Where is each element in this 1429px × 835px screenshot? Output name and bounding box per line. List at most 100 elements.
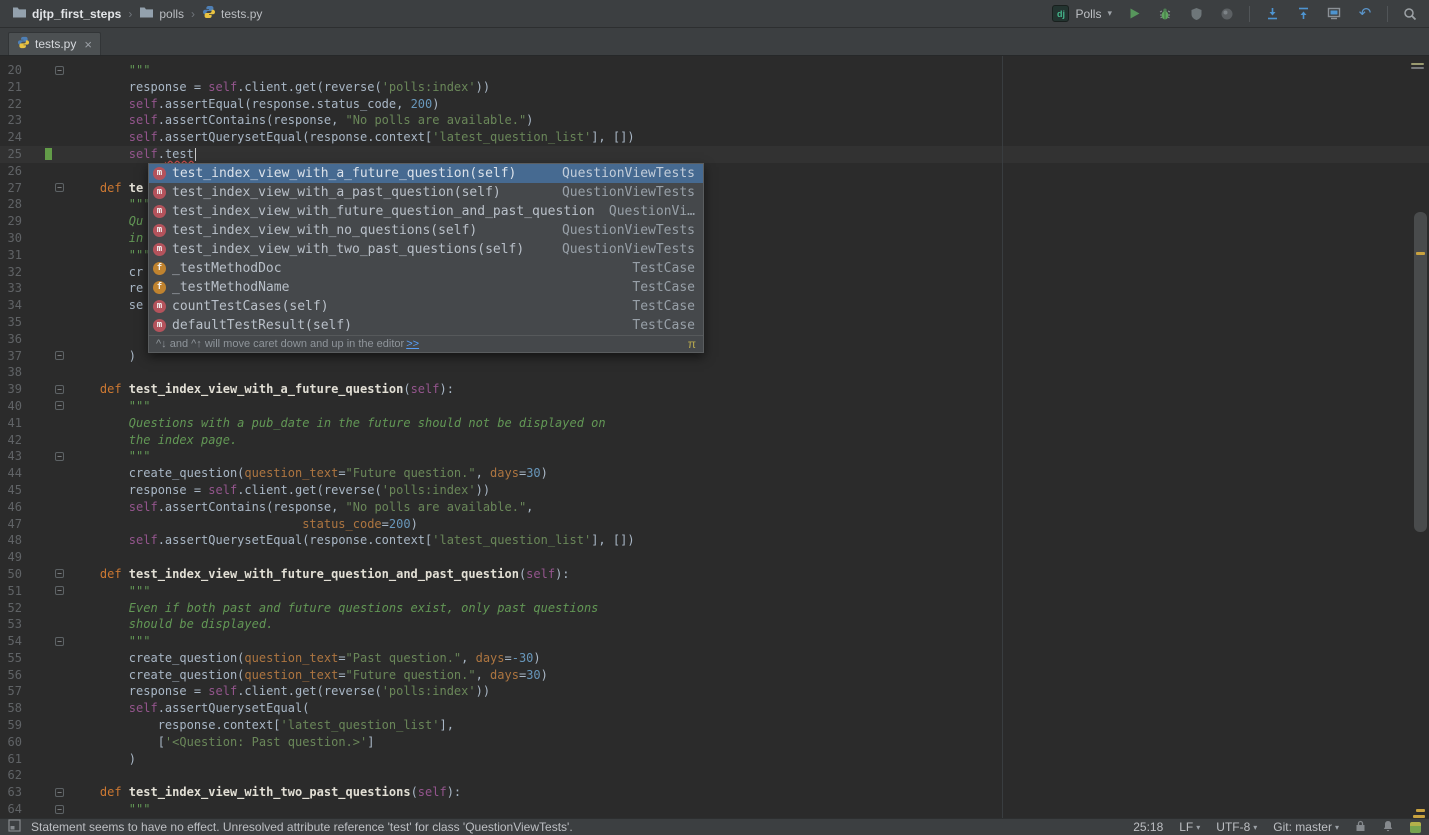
code-line[interactable]: 48 self.assertQuerysetEqual(response.con… [0, 532, 1429, 549]
scrollbar-thumb[interactable] [1414, 212, 1427, 532]
fold-marker-icon[interactable]: − [55, 384, 64, 394]
code-line[interactable]: 54 − """ [0, 633, 1429, 650]
code-line[interactable]: 20 − """ [0, 62, 1429, 79]
code-line[interactable]: 40 − """ [0, 398, 1429, 415]
gutter[interactable]: 41 [0, 415, 71, 432]
gutter[interactable]: 48 [0, 532, 71, 549]
gutter[interactable]: 38 [0, 364, 71, 381]
code-line[interactable]: 61 ) [0, 751, 1429, 768]
gutter[interactable]: 49 [0, 549, 71, 566]
completion-item[interactable]: m test_index_view_with_two_past_questions… [149, 240, 703, 259]
gutter[interactable]: 31 [0, 247, 71, 264]
code-line[interactable]: 52 Even if both past and future question… [0, 600, 1429, 617]
code-line[interactable]: 49 [0, 549, 1429, 566]
gutter[interactable]: 58 [0, 700, 71, 717]
gutter[interactable]: 50 − [0, 566, 71, 583]
completion-item[interactable]: m test_index_view_with_a_future_question(… [149, 164, 703, 183]
gutter[interactable]: 39 − [0, 381, 71, 398]
code-line[interactable]: 43 − """ [0, 448, 1429, 465]
code-line[interactable]: 44 create_question(question_text="Future… [0, 465, 1429, 482]
notification-bell-icon[interactable] [1382, 820, 1394, 835]
vcs-update-button[interactable] [1263, 5, 1281, 23]
vcs-commit-button[interactable] [1294, 5, 1312, 23]
gutter[interactable]: 64 − [0, 801, 71, 818]
code-line[interactable]: 23 self.assertContains(response, "No pol… [0, 112, 1429, 129]
code-line[interactable]: 56 create_question(question_text="Future… [0, 667, 1429, 684]
code-line[interactable]: 42 the index page. [0, 432, 1429, 449]
close-icon[interactable]: × [84, 38, 92, 51]
code-line[interactable]: 60 ['<Question: Past question.>'] [0, 734, 1429, 751]
fold-marker-icon[interactable]: − [55, 351, 64, 361]
run-configuration-selector[interactable]: dj Polls ▾ [1052, 5, 1112, 22]
gutter[interactable]: 47 [0, 516, 71, 533]
gutter[interactable]: 28 [0, 196, 71, 213]
rollback-button[interactable]: ↶ [1356, 5, 1374, 23]
code-line[interactable]: 47 status_code=200) [0, 516, 1429, 533]
gutter[interactable]: 35 [0, 314, 71, 331]
search-everywhere-icon[interactable] [1401, 5, 1419, 23]
gutter[interactable]: 21 [0, 79, 71, 96]
code-line[interactable]: 41 Questions with a pub_date in the futu… [0, 415, 1429, 432]
gutter[interactable]: 60 [0, 734, 71, 751]
gutter[interactable]: 20 − [0, 62, 71, 79]
gutter[interactable]: 56 [0, 667, 71, 684]
code-line[interactable]: 59 response.context['latest_question_lis… [0, 717, 1429, 734]
completion-item[interactable]: f _testMethodName TestCase [149, 278, 703, 297]
code-line[interactable]: 24 self.assertQuerysetEqual(response.con… [0, 129, 1429, 146]
completion-item[interactable]: m countTestCases(self) TestCase [149, 297, 703, 316]
gutter[interactable]: 51 − [0, 583, 71, 600]
gutter[interactable]: 22 [0, 96, 71, 113]
gutter[interactable]: 59 [0, 717, 71, 734]
profiler-button[interactable] [1218, 5, 1236, 23]
completion-item[interactable]: m test_index_view_with_a_past_question(se… [149, 183, 703, 202]
debug-button[interactable] [1156, 5, 1174, 23]
vcs-branch-widget[interactable]: Git: master ▾ [1273, 820, 1339, 834]
completion-item[interactable]: f _testMethodDoc TestCase [149, 259, 703, 278]
inspections-hector-icon[interactable] [1410, 821, 1421, 833]
gutter[interactable]: 37 − [0, 348, 71, 365]
gutter[interactable]: 57 [0, 683, 71, 700]
gutter[interactable]: 62 [0, 767, 71, 784]
run-button[interactable] [1125, 5, 1143, 23]
editor[interactable]: 20 − """ 21 response = self.client.get(rev… [0, 56, 1429, 818]
code-line[interactable]: 58 self.assertQuerysetEqual( [0, 700, 1429, 717]
code-line[interactable]: 57 response = self.client.get(reverse('p… [0, 683, 1429, 700]
gutter[interactable]: 43 − [0, 448, 71, 465]
encoding-widget[interactable]: UTF-8 ▾ [1216, 820, 1257, 834]
gutter[interactable]: 27 − [0, 180, 71, 197]
code-line[interactable]: 53 should be displayed. [0, 616, 1429, 633]
gutter[interactable]: 42 [0, 432, 71, 449]
fold-marker-icon[interactable]: − [55, 636, 64, 646]
caret-position-widget[interactable]: 25:18 [1133, 820, 1163, 834]
completion-item[interactable]: m defaultTestResult(self) TestCase [149, 316, 703, 335]
gutter[interactable]: 55 [0, 650, 71, 667]
line-separator-widget[interactable]: LF ▾ [1179, 820, 1200, 834]
tab-tests-py[interactable]: tests.py × [8, 32, 101, 55]
code-line[interactable]: 64 − """ [0, 801, 1429, 818]
gutter[interactable]: 34 [0, 297, 71, 314]
gutter[interactable]: 29 [0, 213, 71, 230]
fold-marker-icon[interactable]: − [55, 451, 64, 461]
fold-marker-icon[interactable]: − [55, 804, 64, 814]
completion-item[interactable]: m test_index_view_with_no_questions(self)… [149, 221, 703, 240]
gutter[interactable]: 26 [0, 163, 71, 180]
gutter[interactable]: 46 [0, 499, 71, 516]
code-line[interactable]: 46 self.assertContains(response, "No pol… [0, 499, 1429, 516]
run-with-coverage-button[interactable] [1187, 5, 1205, 23]
gutter[interactable]: 23 [0, 112, 71, 129]
code-line[interactable]: 25 self.test [0, 145, 1429, 163]
gutter[interactable]: 63 − [0, 784, 71, 801]
gutter[interactable]: 24 [0, 129, 71, 146]
warning-stripe-mark[interactable] [1413, 815, 1425, 818]
code-line[interactable]: 50 − def test_index_view_with_future_ques… [0, 566, 1429, 583]
fold-marker-icon[interactable]: − [55, 65, 64, 75]
code-line[interactable]: 21 response = self.client.get(reverse('p… [0, 79, 1429, 96]
fold-marker-icon[interactable]: − [55, 787, 64, 797]
gutter[interactable]: 44 [0, 465, 71, 482]
gutter[interactable]: 53 [0, 616, 71, 633]
code-line[interactable]: 63 − def test_index_view_with_two_past_qu… [0, 784, 1429, 801]
gutter[interactable]: 30 [0, 230, 71, 247]
gutter[interactable]: 61 [0, 751, 71, 768]
gutter[interactable]: 25 [0, 146, 71, 163]
fold-marker-icon[interactable]: − [55, 586, 64, 596]
